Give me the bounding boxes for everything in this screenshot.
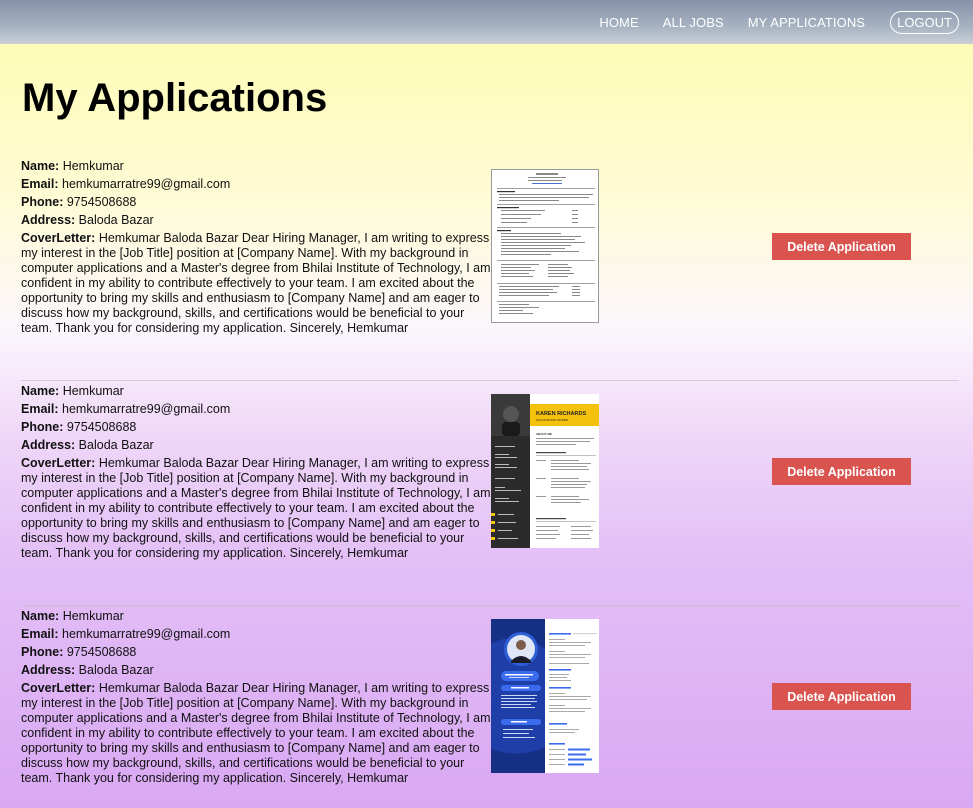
phone-label: Phone: bbox=[21, 195, 64, 209]
applicant-address: Baloda Bazar bbox=[78, 663, 154, 677]
name-label: Name: bbox=[21, 159, 60, 173]
application-details: Name: Hemkumar Email: hemkumarratre99@gm… bbox=[21, 384, 491, 564]
applicant-email: hemkumarratre99@gmail.com bbox=[62, 177, 231, 191]
resume-about-heading: ABOUT ME bbox=[536, 432, 552, 436]
top-navbar: HOME ALL JOBS MY APPLICATIONS LOGOUT bbox=[0, 0, 973, 44]
applicant-name: Hemkumar bbox=[62, 609, 124, 623]
applicant-phone: 9754508688 bbox=[66, 420, 137, 434]
delete-application-button[interactable]: Delete Application bbox=[772, 683, 911, 710]
applicant-phone: 9754508688 bbox=[66, 645, 137, 659]
applicant-name: Hemkumar bbox=[62, 384, 124, 398]
cover-letter-label: CoverLetter: bbox=[21, 231, 96, 245]
application-list: Name: Hemkumar Email: hemkumarratre99@gm… bbox=[0, 156, 973, 808]
nav-home-link[interactable]: HOME bbox=[599, 15, 638, 30]
name-label: Name: bbox=[21, 384, 60, 398]
logout-button[interactable]: LOGOUT bbox=[890, 10, 959, 34]
application-item: Name: Hemkumar Email: hemkumarratre99@gm… bbox=[21, 156, 959, 381]
resume-document-image: KAREN RICHARDS ACCOUNTING INTERN ABOUT M… bbox=[491, 394, 599, 548]
name-label: Name: bbox=[21, 609, 60, 623]
cover-letter-label: CoverLetter: bbox=[21, 456, 96, 470]
cover-letter-text: Hemkumar Baloda Bazar Dear Hiring Manage… bbox=[21, 231, 491, 335]
nav-my-applications-link[interactable]: MY APPLICATIONS bbox=[748, 15, 865, 30]
applicant-email: hemkumarratre99@gmail.com bbox=[62, 402, 231, 416]
address-label: Address: bbox=[21, 438, 76, 452]
address-label: Address: bbox=[21, 213, 76, 227]
resume-person-name: KAREN RICHARDS bbox=[536, 411, 586, 417]
cover-letter-text: Hemkumar Baloda Bazar Dear Hiring Manage… bbox=[21, 681, 491, 785]
applicant-address: Baloda Bazar bbox=[78, 438, 154, 452]
resume-document-image bbox=[492, 170, 598, 322]
application-details: Name: Hemkumar Email: hemkumarratre99@gm… bbox=[21, 609, 491, 789]
phone-label: Phone: bbox=[21, 645, 64, 659]
phone-label: Phone: bbox=[21, 420, 64, 434]
page-title: My Applications bbox=[22, 76, 328, 120]
cover-letter-label: CoverLetter: bbox=[21, 681, 96, 695]
resume-thumbnail[interactable]: KAREN RICHARDS ACCOUNTING INTERN ABOUT M… bbox=[491, 394, 599, 548]
nav-all-jobs-link[interactable]: ALL JOBS bbox=[663, 15, 724, 30]
resume-person-role: ACCOUNTING INTERN bbox=[536, 418, 568, 422]
address-label: Address: bbox=[21, 663, 76, 677]
applicant-phone: 9754508688 bbox=[66, 195, 137, 209]
resume-thumbnail[interactable] bbox=[491, 169, 599, 323]
applicant-email: hemkumarratre99@gmail.com bbox=[62, 627, 231, 641]
delete-application-button[interactable]: Delete Application bbox=[772, 233, 911, 260]
email-label: Email: bbox=[21, 177, 59, 191]
resume-document-image bbox=[491, 619, 599, 773]
application-details: Name: Hemkumar Email: hemkumarratre99@gm… bbox=[21, 159, 491, 339]
application-item: Name: Hemkumar Email: hemkumarratre99@gm… bbox=[21, 381, 959, 606]
resume-thumbnail[interactable] bbox=[491, 619, 599, 773]
email-label: Email: bbox=[21, 402, 59, 416]
application-item: Name: Hemkumar Email: hemkumarratre99@gm… bbox=[21, 606, 959, 808]
applicant-name: Hemkumar bbox=[62, 159, 124, 173]
applicant-address: Baloda Bazar bbox=[78, 213, 154, 227]
delete-application-button[interactable]: Delete Application bbox=[772, 458, 911, 485]
cover-letter-text: Hemkumar Baloda Bazar Dear Hiring Manage… bbox=[21, 456, 491, 560]
email-label: Email: bbox=[21, 627, 59, 641]
